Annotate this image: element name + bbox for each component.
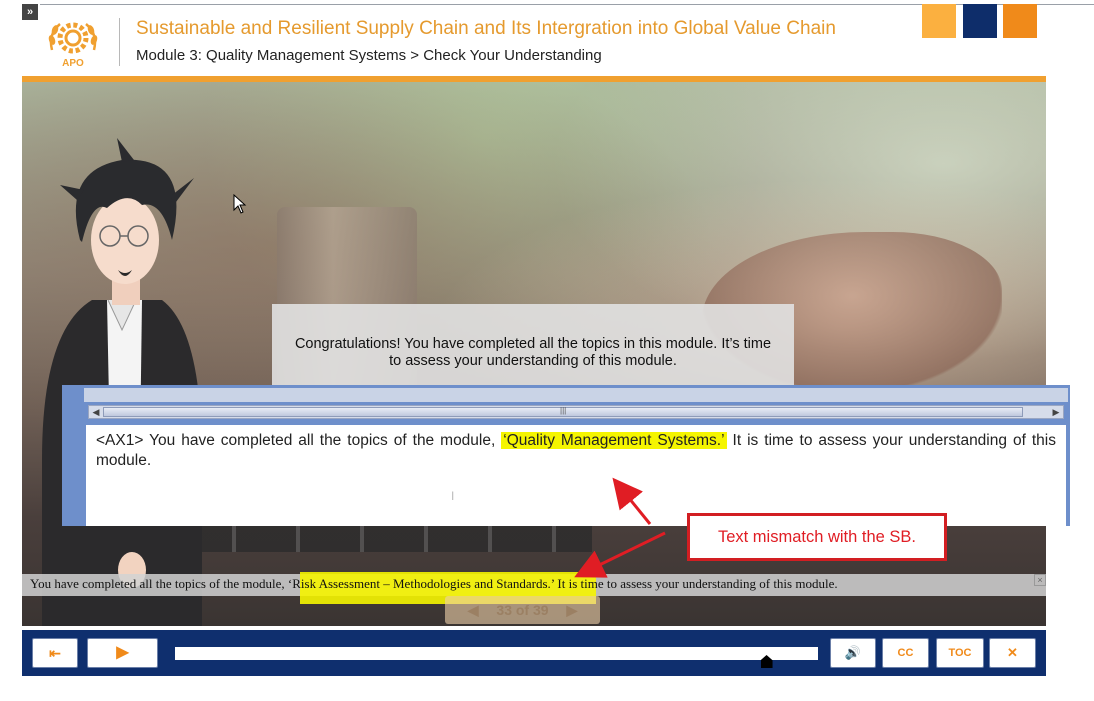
scrollbar-thumb[interactable]: ||| (103, 406, 1023, 417)
scrollbar-grip-icon: ||| (560, 406, 567, 415)
progress-bar[interactable] (175, 647, 818, 660)
notes-highlighted-module-name: ‘Quality Management Systems.’ (501, 432, 727, 449)
accent-square-navy (963, 4, 997, 38)
congrats-line-2: to assess your understanding of this mod… (389, 353, 677, 369)
closed-captions-button[interactable]: CC (882, 638, 929, 668)
header-divider (119, 18, 120, 66)
review-comment-callout: Text mismatch with the SB. (687, 513, 947, 561)
prev-slide-icon[interactable]: ◀ (468, 602, 479, 618)
player-control-bar: ⇤ ▶ 🔊 CC TOC ✕ (22, 630, 1046, 676)
close-icon: ✕ (1007, 645, 1018, 660)
course-title: Sustainable and Resilient Supply Chain a… (136, 18, 836, 39)
expand-panel-button[interactable]: » (22, 4, 38, 20)
caption-text-before: You have completed all the topics of the… (30, 576, 288, 591)
exit-icon: ⇤ (49, 645, 61, 661)
close-course-button[interactable]: ✕ (989, 638, 1036, 668)
closed-caption-bar: You have completed all the topics of the… (22, 572, 1046, 604)
scroll-right-arrow-icon[interactable]: ▶ (1049, 406, 1063, 418)
slide-counter: 33 of 39 (496, 602, 549, 618)
slide-pager: ◀ 33 of 39 ▶ (445, 596, 600, 624)
mouse-pointer-icon (233, 194, 247, 214)
next-slide-icon[interactable]: ▶ (566, 602, 577, 618)
caption-text: You have completed all the topics of the… (30, 576, 838, 592)
text-cursor-icon: I (451, 489, 455, 503)
toc-button[interactable]: TOC (936, 638, 984, 668)
volume-button[interactable]: 🔊 (830, 638, 876, 668)
congrats-line-1: Congratulations! You have completed all … (294, 336, 772, 352)
play-icon: ▶ (116, 644, 129, 661)
accent-square-light-orange (922, 4, 956, 38)
volume-icon: 🔊 (844, 645, 862, 660)
svg-text:APO: APO (62, 58, 84, 68)
caption-close-icon[interactable]: × (1034, 574, 1046, 586)
caption-highlighted-module-name: ‘Risk Assessment – Methodologies and Sta… (287, 576, 555, 591)
exit-button[interactable]: ⇤ (32, 638, 78, 668)
notes-text-area[interactable]: <AX1> You have completed all the topics … (86, 425, 1066, 526)
notes-text-before: <AX1> You have completed all the topics … (96, 432, 502, 449)
slide-notes-panel: ◀ ||| ▶ <AX1> You have completed all the… (62, 385, 1070, 526)
apo-logo: APO (48, 22, 98, 68)
notes-panel-header (84, 388, 1068, 402)
notes-text: <AX1> You have completed all the topics … (96, 431, 1056, 471)
horizontal-scrollbar[interactable]: ◀ ||| ▶ (88, 405, 1064, 419)
presenter-character (42, 138, 202, 626)
scroll-left-arrow-icon[interactable]: ◀ (89, 406, 103, 418)
background-keyboard (172, 522, 592, 552)
accent-square-orange (1003, 4, 1037, 38)
congratulations-panel: Congratulations! You have completed all … (272, 304, 794, 388)
play-button[interactable]: ▶ (87, 638, 158, 668)
caption-text-after: It is time to assess your understanding … (554, 576, 838, 591)
breadcrumb: Module 3: Quality Management Systems > C… (136, 47, 602, 64)
